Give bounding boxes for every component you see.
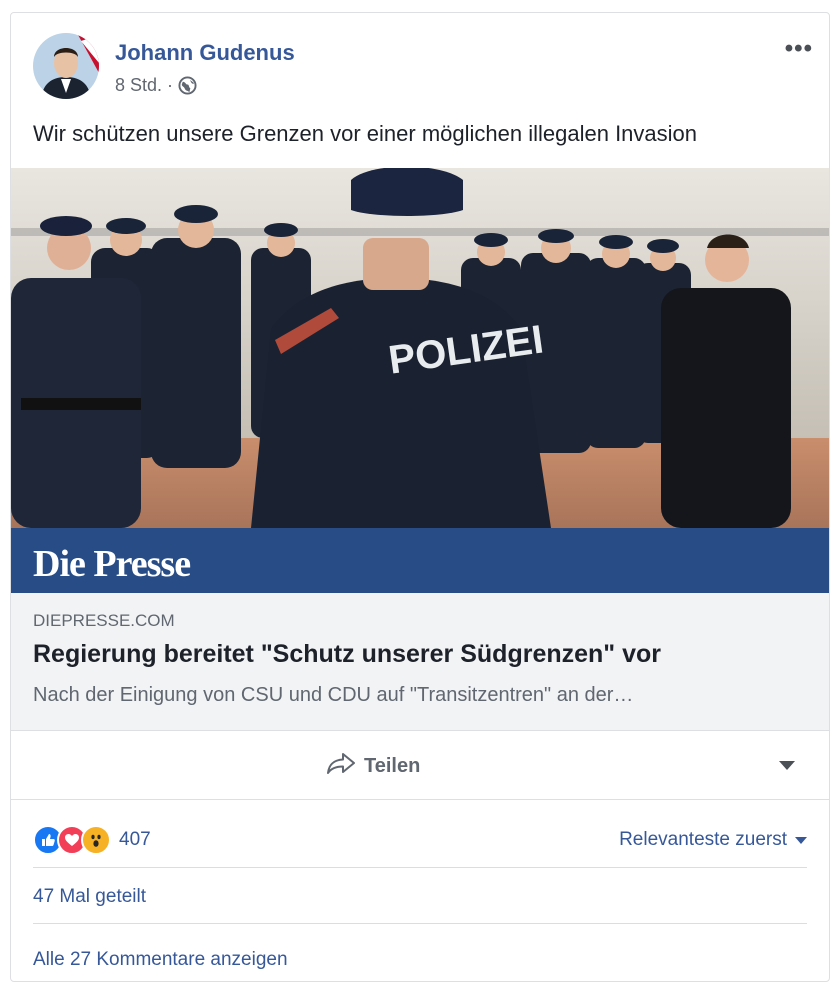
author-name[interactable]: Johann Gudenus xyxy=(115,40,295,66)
view-comments-link[interactable]: Alle 27 Kommentare anzeigen xyxy=(33,949,288,971)
reactions-row: 407 Relevanteste zuerst xyxy=(33,819,807,868)
reaction-count[interactable]: 407 xyxy=(119,829,151,851)
share-count-link[interactable]: 47 Mal geteilt xyxy=(33,886,146,908)
link-headline[interactable]: Regierung bereitet "Schutz unserer Südgr… xyxy=(33,640,661,669)
publisher-banner[interactable]: Die Presse xyxy=(11,528,829,593)
caret-down-icon xyxy=(795,836,807,844)
globe-icon[interactable] xyxy=(178,76,197,95)
chevron-down-icon[interactable] xyxy=(779,761,795,770)
more-options-icon[interactable]: ••• xyxy=(785,35,813,63)
action-bar: Teilen xyxy=(11,731,829,800)
post-time[interactable]: 8 Std. · xyxy=(115,75,173,96)
link-description: Nach der Einigung von CSU und CDU auf "T… xyxy=(33,684,634,706)
share-button[interactable]: Teilen xyxy=(326,751,420,781)
post-photo[interactable]: POLIZEI xyxy=(11,168,829,528)
post-card: Johann Gudenus 8 Std. · ••• Wir schützen… xyxy=(10,12,830,982)
post-text: Wir schützen unsere Grenzen vor einer mö… xyxy=(33,121,698,146)
avatar[interactable] xyxy=(33,33,99,99)
sort-label: Relevanteste zuerst xyxy=(619,829,787,850)
share-arrow-icon xyxy=(326,751,356,781)
post-meta: 8 Std. · xyxy=(115,75,197,96)
wow-reaction-icon xyxy=(81,825,111,855)
post-header: Johann Gudenus 8 Std. · ••• xyxy=(11,13,829,113)
link-domain: DIEPRESSE.COM xyxy=(33,611,175,630)
comment-sort-dropdown[interactable]: Relevanteste zuerst xyxy=(619,829,807,851)
link-preview[interactable]: DIEPRESSE.COM Regierung bereitet "Schutz… xyxy=(11,593,829,731)
reaction-summary[interactable]: 407 xyxy=(33,825,151,855)
publisher-logo: Die Presse xyxy=(33,543,191,585)
shares-row: 47 Mal geteilt xyxy=(33,868,807,924)
share-label: Teilen xyxy=(364,754,421,777)
